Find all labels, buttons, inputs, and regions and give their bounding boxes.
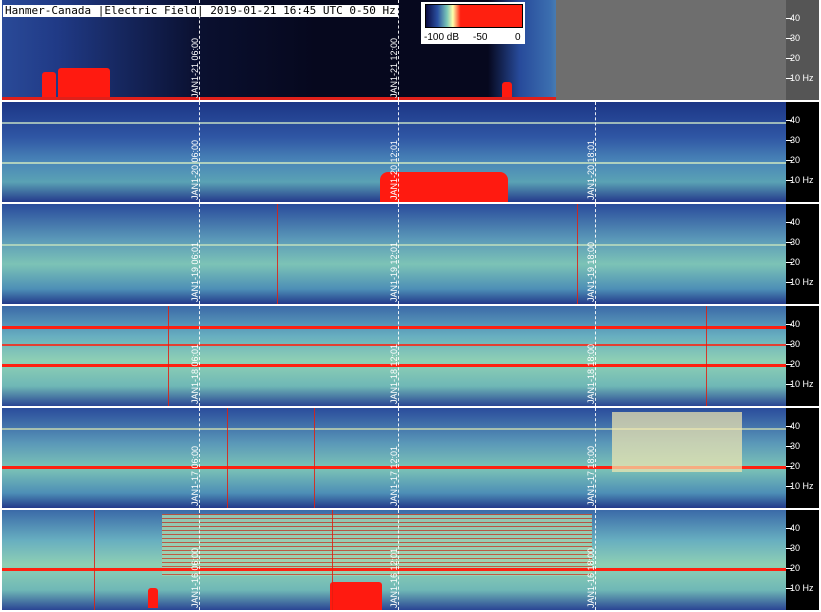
time-marker-label: JAN1-17 18:00 [586, 445, 596, 506]
axis-tick-label: 20 [790, 53, 801, 63]
harmonic-line [2, 122, 786, 124]
signal-burst [58, 68, 110, 98]
axis-tick-label: 30 [790, 33, 801, 43]
striped-interference [162, 514, 592, 576]
colorbar-legend: -100 dB -50 0 [421, 2, 525, 44]
time-marker-label: JAN1-21 06:00 [190, 37, 200, 98]
time-marker-label: JAN1-18 18:00 [586, 343, 596, 404]
interference-line [577, 204, 578, 304]
axis-tick-label: 20 [790, 359, 801, 369]
time-marker-label: JAN1-18 12:01 [389, 343, 399, 404]
time-marker-label: JAN1-17 12:01 [389, 445, 399, 506]
frequency-axis: 40 30 20 10 Hz [786, 102, 819, 202]
axis-tick-label: 20 [790, 155, 801, 165]
spectrogram-row-jan17: JAN1-17 06:00 JAN1-17 12:01 JAN1-17 18:0… [2, 408, 786, 508]
time-marker-label: JAN1-18 06:01 [190, 343, 200, 404]
signal-burst [380, 172, 508, 202]
frequency-axis: 40 30 20 10 Hz [786, 204, 819, 304]
time-marker-label: JAN1-19 06:01 [190, 241, 200, 302]
no-data-area [556, 0, 786, 100]
colorbar [425, 4, 523, 28]
colorbar-mid-label: -50 [473, 32, 488, 43]
time-marker-label: JAN1-20 18:01 [586, 139, 596, 200]
axis-tick-label: 10 Hz [790, 583, 814, 593]
axis-tick-label: 40 [790, 319, 801, 329]
bright-region [612, 412, 742, 472]
axis-tick-label: 10 Hz [790, 379, 814, 389]
time-marker-label: JAN1-16 06:00 [190, 547, 200, 608]
frequency-axis: 40 30 20 10 Hz [786, 306, 819, 406]
time-marker-label: JAN1-20 12:01 [389, 139, 399, 200]
interference-line [332, 510, 333, 610]
spectrogram-row-jan18: JAN1-18 06:01 JAN1-18 12:01 JAN1-18 18:0… [2, 306, 786, 406]
colorbar-max-label: 0 [515, 32, 521, 43]
axis-tick-label: 40 [790, 217, 801, 227]
axis-tick-label: 10 Hz [790, 481, 814, 491]
interference-line [94, 510, 95, 610]
spectrogram-stage: JAN1-21 06:00 JAN1-21 12:00 JAN1-20 06:0… [0, 0, 821, 612]
axis-tick-label: 40 [790, 421, 801, 431]
signal-burst [148, 588, 158, 608]
axis-tick-label: 20 [790, 461, 801, 471]
time-marker-label: JAN1-19 18:00 [586, 241, 596, 302]
axis-tick-label: 10 Hz [790, 277, 814, 287]
spectrogram-row-jan19: JAN1-19 06:01 JAN1-19 12:01 JAN1-19 18:0… [2, 204, 786, 304]
signal-burst [330, 582, 382, 610]
harmonic-line [2, 326, 786, 329]
signal-burst [42, 72, 56, 98]
interference-line [277, 204, 278, 304]
time-marker-label: JAN1-20 06:00 [190, 139, 200, 200]
axis-tick-label: 20 [790, 563, 801, 573]
time-marker-label: JAN1-16 12:01 [389, 547, 399, 608]
interference-line [168, 306, 169, 406]
axis-tick-label: 30 [790, 135, 801, 145]
spectrogram-row-jan20: JAN1-20 06:00 JAN1-20 12:01 JAN1-20 18:0… [2, 102, 786, 202]
interference-line [706, 306, 707, 406]
axis-tick-label: 10 Hz [790, 73, 814, 83]
spectrogram-row-jan16: JAN1-16 06:00 JAN1-16 12:01 JAN1-16 18:0… [2, 510, 786, 610]
axis-tick-label: 40 [790, 115, 801, 125]
colorbar-min-label: -100 dB [424, 32, 460, 43]
interference-line [227, 408, 228, 508]
frequency-axis: 40 30 20 10 Hz [786, 408, 819, 508]
frequency-axis: 40 30 20 10 Hz [786, 0, 819, 100]
axis-tick-label: 30 [790, 543, 801, 553]
axis-tick-label: 30 [790, 339, 801, 349]
time-marker-label: JAN1-17 06:00 [190, 445, 200, 506]
axis-tick-label: 30 [790, 237, 801, 247]
interference-line [314, 408, 315, 508]
time-marker-label: JAN1-16 18:00 [586, 547, 596, 608]
axis-tick-label: 30 [790, 441, 801, 451]
time-marker-label: JAN1-19 12:01 [389, 241, 399, 302]
axis-tick-label: 10 Hz [790, 175, 814, 185]
signal-burst [502, 82, 512, 98]
axis-tick-label: 40 [790, 13, 801, 23]
chart-title: Hanmer-Canada |Electric Field| 2019-01-2… [3, 4, 398, 17]
frequency-axis: 40 30 20 10 Hz [786, 510, 819, 610]
axis-tick-label: 40 [790, 523, 801, 533]
time-marker-label: JAN1-21 12:00 [389, 37, 399, 98]
axis-tick-label: 20 [790, 257, 801, 267]
